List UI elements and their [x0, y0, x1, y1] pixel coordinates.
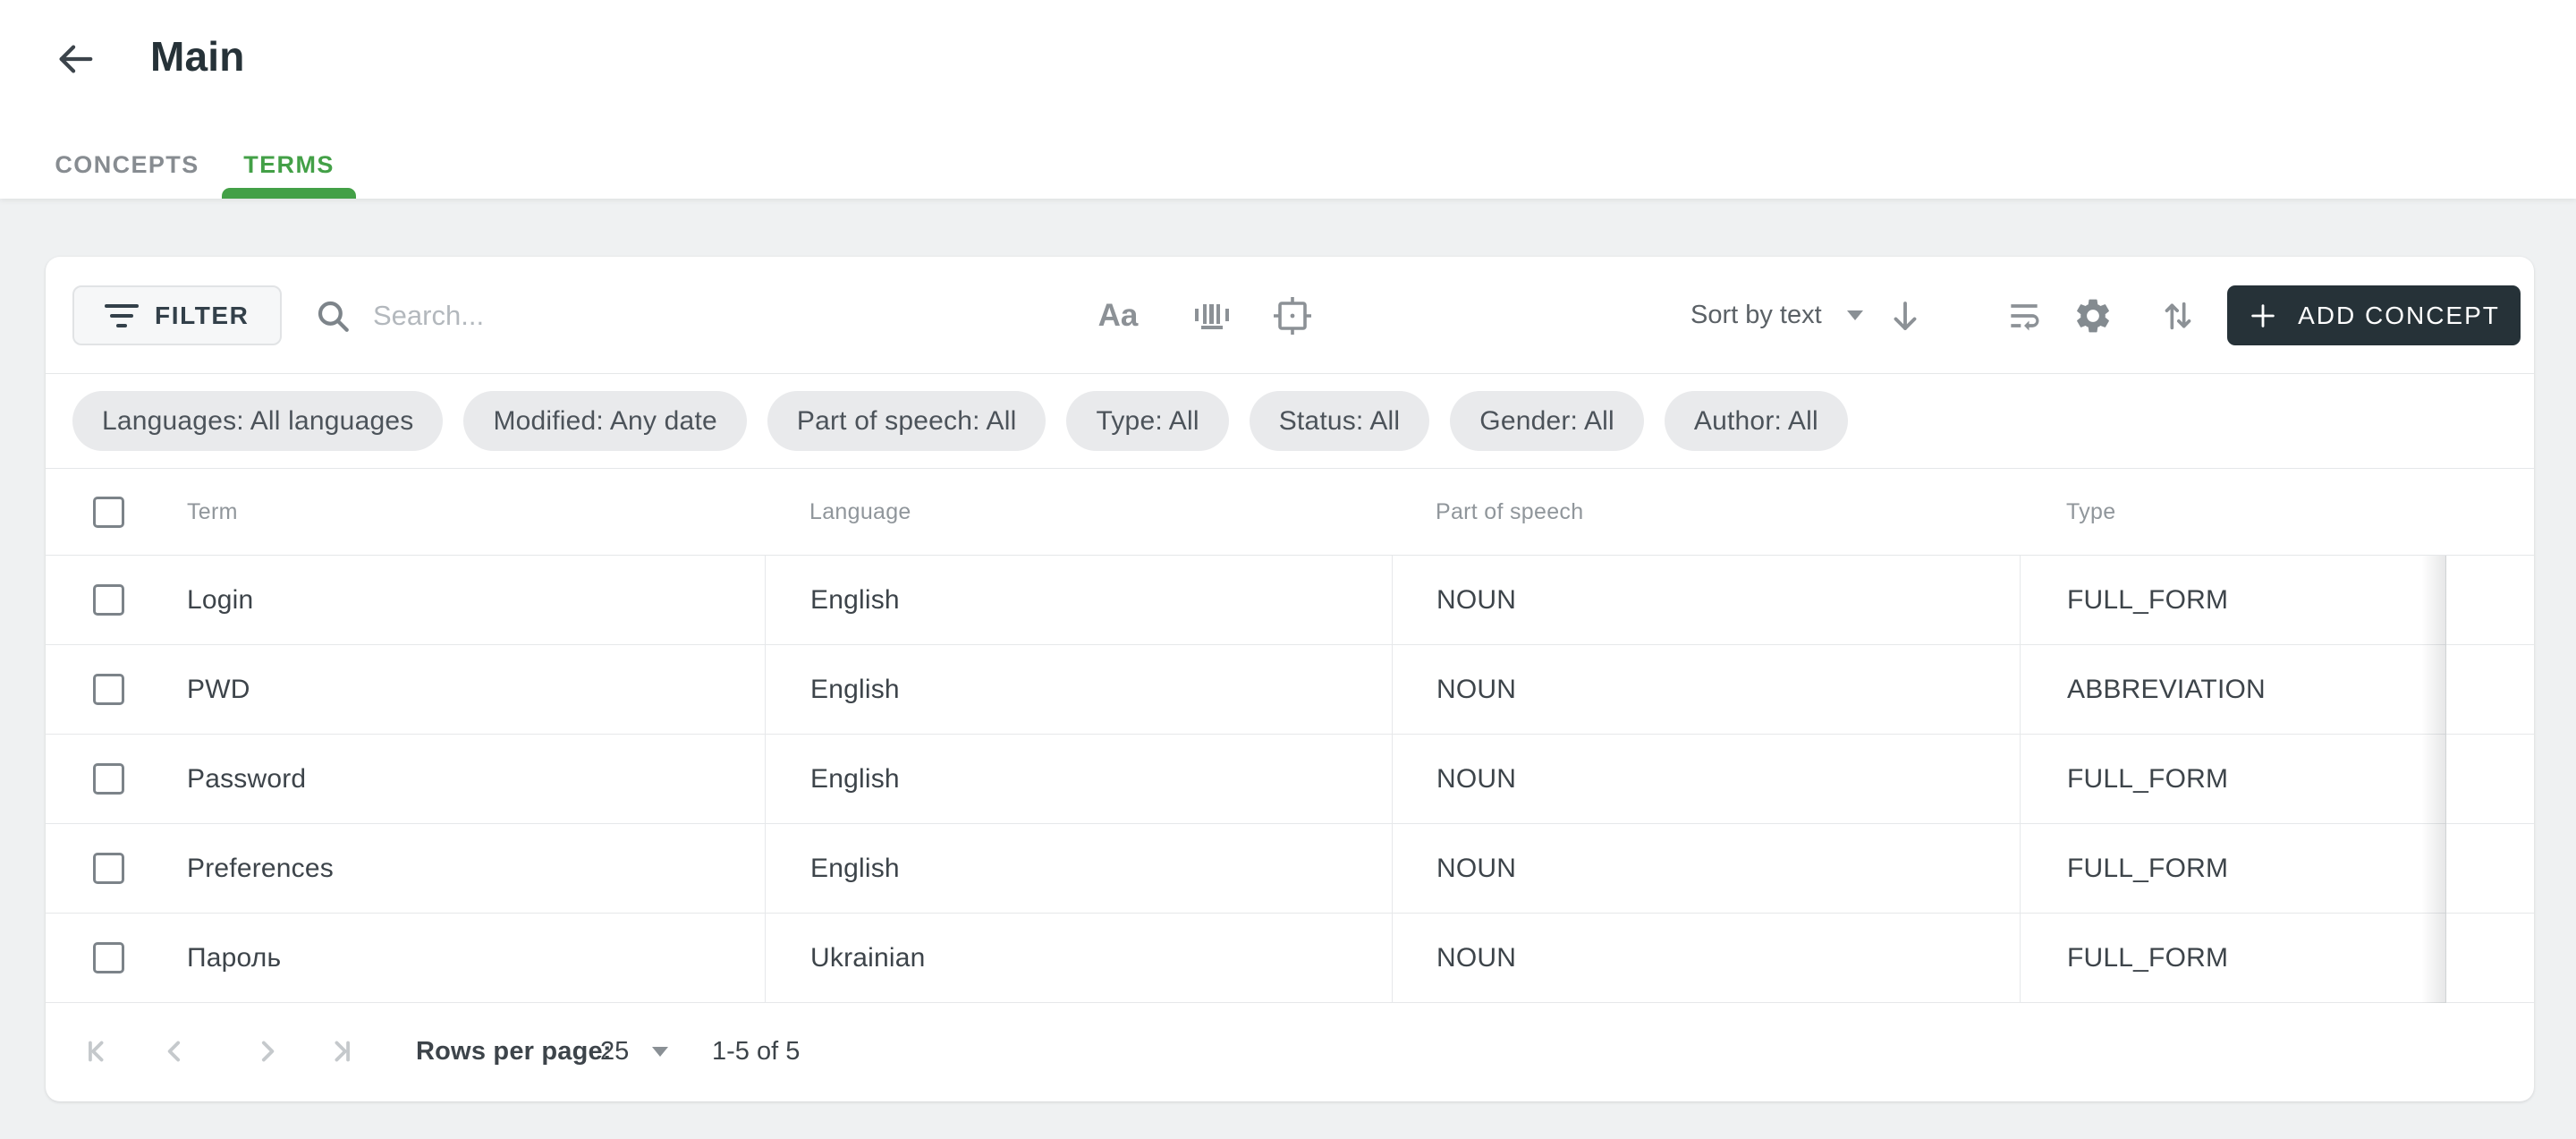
table-row[interactable]: PWD English NOUN ABBREVIATION [46, 645, 2534, 735]
term-cell: Пароль [187, 943, 281, 973]
tab-terms-label: TERMS [243, 151, 335, 179]
table-row[interactable]: Пароль Ukrainian NOUN FULL_FORM [46, 914, 2534, 1003]
settings-button[interactable] [2062, 285, 2124, 345]
gear-icon [2072, 295, 2114, 336]
term-cell: Login [187, 585, 253, 616]
swap-vertical-button[interactable] [2147, 285, 2209, 345]
app-header: Main CONCEPTS TERMS [0, 0, 2576, 199]
filter-chip-modified[interactable]: Modified: Any date [463, 391, 746, 451]
language-cell: Ukrainian [810, 943, 926, 973]
filter-button-label: FILTER [155, 302, 250, 330]
row-checkbox[interactable] [93, 853, 124, 884]
filter-button[interactable]: FILTER [72, 285, 282, 345]
filter-chip-part-of-speech[interactable]: Part of speech: All [767, 391, 1046, 451]
column-header-term: Term [187, 499, 238, 525]
table-body: Login English NOUN FULL_FORM PWD English… [46, 556, 2534, 1003]
filter-chip-type[interactable]: Type: All [1066, 391, 1228, 451]
term-cell: PWD [187, 675, 250, 705]
type-cell: FULL_FORM [2067, 943, 2228, 973]
select-all-checkbox[interactable] [93, 497, 124, 528]
pagination-range: 1-5 of 5 [712, 1003, 800, 1101]
row-checkbox[interactable] [93, 763, 124, 795]
sort-by-label: Sort by text [1690, 301, 1822, 330]
caret-down-icon [1847, 310, 1863, 320]
active-tab-indicator [222, 188, 356, 199]
last-page-icon [321, 1034, 355, 1068]
wrap-text-icon [2004, 296, 2044, 336]
match-case-icon: Aa [1098, 298, 1139, 334]
filter-chip-status[interactable]: Status: All [1250, 391, 1430, 451]
add-concept-button[interactable]: ADD CONCEPT [2227, 285, 2521, 345]
back-button[interactable] [50, 34, 100, 84]
row-checkbox[interactable] [93, 584, 124, 616]
pagination-bar: Rows per page: 25 1-5 of 5 [46, 1003, 2534, 1101]
table-row[interactable]: Login English NOUN FULL_FORM [46, 556, 2534, 645]
focus-frame-icon [1272, 295, 1313, 336]
add-concept-label: ADD CONCEPT [2298, 302, 2500, 330]
terms-panel: FILTER Aa [46, 257, 2534, 1101]
tab-terms[interactable]: TERMS [222, 131, 356, 199]
chevron-right-icon [250, 1034, 284, 1068]
last-page-button[interactable] [318, 1032, 358, 1071]
rows-per-page-value: 25 [600, 1037, 629, 1067]
swap-vertical-icon [2160, 296, 2196, 336]
row-checkbox[interactable] [93, 674, 124, 705]
arrow-left-icon [55, 38, 96, 80]
part-of-speech-cell: NOUN [1436, 854, 1516, 884]
type-cell: FULL_FORM [2067, 764, 2228, 795]
part-of-speech-cell: NOUN [1436, 675, 1516, 705]
next-page-button[interactable] [247, 1032, 286, 1071]
tab-concepts-label: CONCEPTS [55, 151, 199, 179]
part-of-speech-cell: NOUN [1436, 585, 1516, 616]
plus-icon [2248, 301, 2278, 331]
type-cell: ABBREVIATION [2067, 675, 2266, 705]
part-of-speech-cell: NOUN [1436, 943, 1516, 973]
type-cell: FULL_FORM [2067, 585, 2228, 616]
language-cell: English [810, 675, 900, 705]
search-icon [314, 297, 352, 335]
language-cell: English [810, 764, 900, 795]
rows-per-page-select[interactable]: 25 [600, 1003, 668, 1101]
chevron-left-icon [158, 1034, 192, 1068]
barcode-icon [1191, 296, 1233, 336]
toolbar: FILTER Aa [46, 257, 2534, 374]
first-page-icon [83, 1034, 117, 1068]
arrow-down-icon [1886, 296, 1924, 336]
search-box [314, 285, 994, 345]
column-header-type: Type [2066, 499, 2115, 525]
column-header-language: Language [809, 499, 911, 525]
page-title: Main [150, 30, 245, 83]
filter-icon [105, 301, 139, 331]
table-row[interactable]: Password English NOUN FULL_FORM [46, 735, 2534, 824]
language-cell: English [810, 585, 900, 616]
wrap-text-button[interactable] [1993, 285, 2055, 345]
caret-down-icon [652, 1047, 668, 1057]
language-cell: English [810, 854, 900, 884]
barcode-search-button[interactable] [1181, 285, 1243, 345]
search-input[interactable] [373, 300, 994, 332]
previous-page-button[interactable] [156, 1032, 195, 1071]
term-cell: Preferences [187, 854, 334, 884]
match-case-button[interactable]: Aa [1087, 285, 1149, 345]
filter-chip-row: Languages: All languages Modified: Any d… [46, 374, 2534, 469]
column-header-part-of-speech: Part of speech [1436, 499, 1583, 525]
rows-per-page-label: Rows per page: [416, 1003, 612, 1101]
first-page-button[interactable] [80, 1032, 120, 1071]
row-checkbox[interactable] [93, 942, 124, 973]
filter-chip-gender[interactable]: Gender: All [1450, 391, 1644, 451]
sort-direction-button[interactable] [1874, 285, 1936, 345]
tab-concepts[interactable]: CONCEPTS [36, 131, 218, 199]
table-header-row: Term Language Part of speech Type [46, 469, 2534, 556]
filter-chip-author[interactable]: Author: All [1665, 391, 1848, 451]
tab-bar: CONCEPTS TERMS [0, 131, 2576, 199]
term-cell: Password [187, 764, 306, 795]
part-of-speech-cell: NOUN [1436, 764, 1516, 795]
filter-chip-languages[interactable]: Languages: All languages [72, 391, 443, 451]
focus-frame-button[interactable] [1261, 285, 1324, 345]
table-row[interactable]: Preferences English NOUN FULL_FORM [46, 824, 2534, 914]
type-cell: FULL_FORM [2067, 854, 2228, 884]
sort-by-select[interactable]: Sort by text [1690, 285, 1863, 345]
